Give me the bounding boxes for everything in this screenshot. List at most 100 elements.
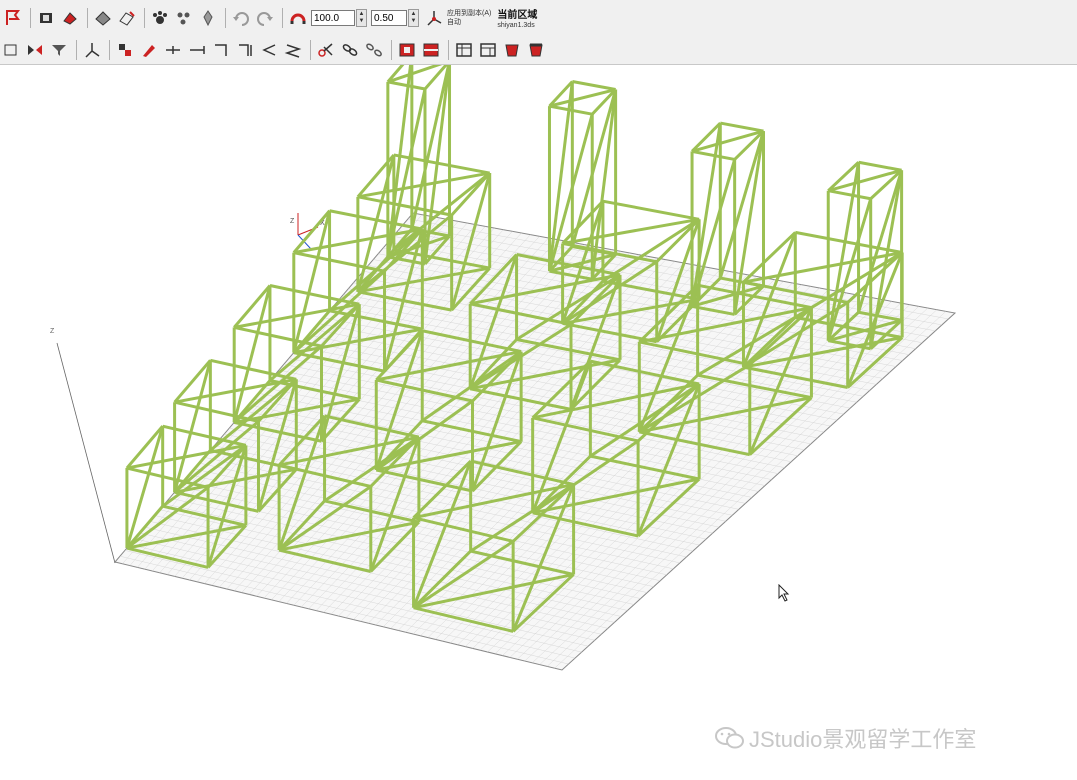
paw-icon (153, 11, 167, 24)
link-icon (342, 44, 358, 56)
line-tee-button[interactable] (162, 39, 184, 61)
wireframe-edge (691, 149, 735, 161)
spin-down-icon[interactable]: ▼ (357, 18, 366, 25)
3d-viewport[interactable]: Z X Z (0, 52, 1077, 775)
zoom-spinner[interactable]: ▲ ▼ (356, 9, 367, 27)
bucket-icon (505, 44, 519, 57)
mouse-cursor-icon (778, 583, 790, 607)
mirror-button[interactable] (24, 39, 46, 61)
snap-panel: 应用到副本(A) 自动 (447, 9, 491, 27)
table-icon (456, 43, 472, 57)
axis-icon (427, 11, 442, 26)
line-end-button[interactable] (186, 39, 208, 61)
magnet-button[interactable] (287, 7, 309, 29)
angle-button[interactable] (258, 39, 280, 61)
bucket-2-button[interactable] (525, 39, 547, 61)
toolbar-separator (310, 40, 311, 60)
render-button[interactable] (59, 7, 81, 29)
undo-icon (233, 12, 249, 26)
wireframe-edge (357, 195, 452, 217)
redo-button[interactable] (254, 7, 276, 29)
wireframe-edge (410, 60, 451, 230)
film-button[interactable] (35, 7, 57, 29)
wireframe-edge (572, 80, 616, 91)
toolbar-separator (225, 8, 226, 28)
zoom-input[interactable] (311, 10, 355, 26)
undo-button[interactable] (230, 7, 252, 29)
particles-button[interactable] (173, 7, 195, 29)
wechat-icon (715, 727, 744, 749)
paw-button[interactable] (149, 7, 171, 29)
toolbar-separator (282, 8, 283, 28)
select-object-button[interactable] (2, 7, 24, 29)
redo-icon (257, 12, 273, 26)
toolbar-separator (109, 40, 110, 60)
wireframe-edge (720, 121, 764, 133)
axis-button[interactable] (423, 7, 445, 29)
ungroup-button[interactable] (420, 39, 442, 61)
spin-up-icon[interactable]: ▲ (409, 11, 418, 18)
scissors-icon (318, 43, 333, 57)
group-button[interactable] (396, 39, 418, 61)
corner-2-icon (239, 44, 252, 56)
funnel-button[interactable] (48, 39, 70, 61)
unlink-icon (366, 43, 382, 57)
magnet-icon (290, 13, 306, 24)
table-2-button[interactable] (477, 39, 499, 61)
toolbar-area: ▲▼ ▲▼ 应用到副本(A) 自动 当前区域 shiyan1.3ds (0, 0, 1077, 65)
spin-down-icon[interactable]: ▼ (409, 18, 418, 25)
spin-up-icon[interactable]: ▲ (357, 11, 366, 18)
particles-icon (177, 12, 190, 25)
corner-icon (215, 44, 227, 56)
step-input[interactable] (371, 10, 407, 26)
paint-button[interactable] (138, 39, 160, 61)
watermark-text: JStudio景观留学工作室 (749, 727, 977, 752)
toolbar-row-1: ▲▼ ▲▼ 应用到副本(A) 自动 当前区域 shiyan1.3ds (2, 4, 543, 32)
toolbar-separator (144, 8, 145, 28)
pivot-button[interactable] (81, 39, 103, 61)
zigzag-icon (284, 44, 302, 58)
flag-icon (6, 10, 20, 25)
wireframe-edge (795, 230, 903, 255)
snap-label-2[interactable]: 自动 (447, 18, 491, 27)
figure-button[interactable] (197, 7, 219, 29)
pivot-icon (85, 43, 100, 58)
material-button[interactable] (92, 7, 114, 29)
step-spinner[interactable]: ▲ ▼ (408, 9, 419, 27)
angle-icon (262, 44, 276, 56)
line-end-icon (190, 46, 205, 54)
table-button[interactable] (453, 39, 475, 61)
box-button[interactable] (0, 39, 22, 61)
link-button[interactable] (339, 39, 361, 61)
paint-icon (143, 45, 155, 57)
toolbar-separator (87, 8, 88, 28)
cut-button[interactable] (315, 39, 337, 61)
snap-label[interactable]: 应用到副本(A) (447, 9, 491, 18)
ungroup-icon (423, 43, 439, 57)
wireframe-edge (827, 189, 871, 201)
unlink-button[interactable] (363, 39, 385, 61)
toolbar-row-2 (0, 36, 549, 64)
brush-icon (119, 11, 135, 26)
current-region-label: 当前区域 (497, 10, 538, 21)
line-tee-icon (166, 46, 180, 54)
file-name: shiyan1.3ds (497, 22, 535, 29)
mirror-icon (28, 45, 42, 55)
watermark: JStudio景观留学工作室 (715, 722, 976, 754)
ground-axis-label: Z (50, 328, 55, 335)
align-icon (119, 44, 131, 56)
bucket-button[interactable] (501, 39, 523, 61)
toolbar-separator (448, 40, 449, 60)
brush-button[interactable] (116, 7, 138, 29)
figure-icon (203, 10, 213, 27)
group-icon (399, 43, 415, 57)
wireframe-scene[interactable]: Z X Z (0, 52, 1077, 775)
zigzag-button[interactable] (282, 39, 304, 61)
bucket-2-icon (529, 43, 543, 57)
funnel-icon (52, 45, 66, 56)
ground-axis-line (56, 342, 116, 564)
corner-button[interactable] (210, 39, 232, 61)
align-button[interactable] (114, 39, 136, 61)
corner-2-button[interactable] (234, 39, 256, 61)
teapot-render-icon (63, 12, 77, 25)
